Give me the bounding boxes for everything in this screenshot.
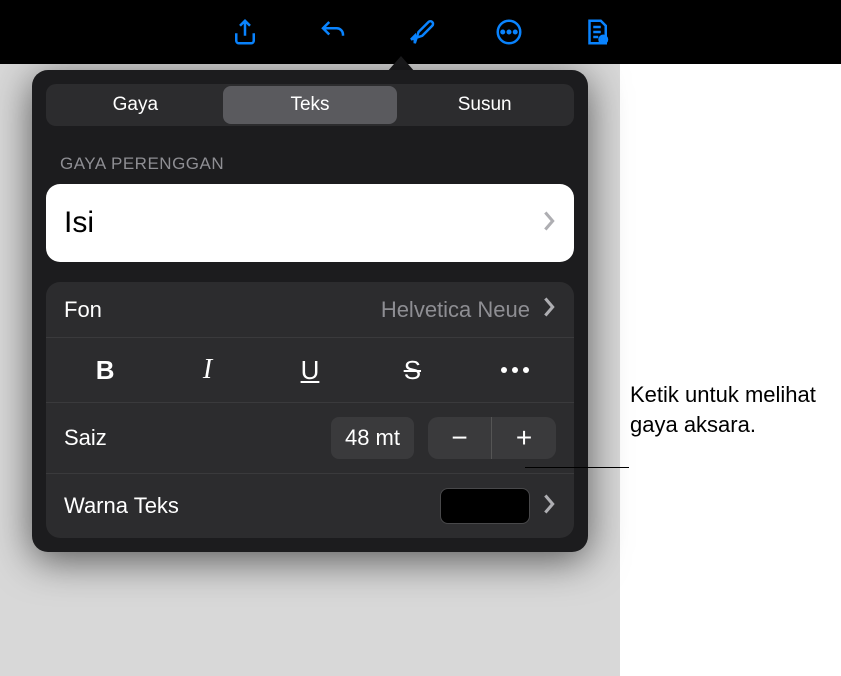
tab-arrange[interactable]: Susun <box>397 86 572 124</box>
font-value: Helvetica Neue <box>381 297 530 323</box>
size-stepper: − + <box>428 417 556 459</box>
paragraph-style-label: Isi <box>64 206 94 240</box>
size-label: Saiz <box>64 425 107 451</box>
text-color-row[interactable]: Warna Teks <box>46 474 574 538</box>
font-label: Fon <box>64 297 102 323</box>
font-row[interactable]: Fon Helvetica Neue <box>46 282 574 338</box>
ellipsis-icon <box>501 367 529 373</box>
strikethrough-button[interactable]: S <box>368 348 456 392</box>
callout-text: Ketik untuk melihat gaya aksara. <box>630 380 830 439</box>
document-mode-icon[interactable] <box>579 14 615 50</box>
text-color-swatch[interactable] <box>440 488 530 524</box>
tab-control: Gaya Teks Susun <box>46 84 574 126</box>
tab-label: Susun <box>458 94 512 115</box>
tab-text[interactable]: Teks <box>223 86 398 124</box>
more-text-options-button[interactable] <box>471 348 559 392</box>
chevron-right-icon <box>542 493 556 520</box>
format-popover: Gaya Teks Susun GAYA PERENGGAN Isi Fon H… <box>32 70 588 552</box>
size-decrease-button[interactable]: − <box>428 417 492 459</box>
tab-label: Teks <box>290 94 329 115</box>
more-icon[interactable] <box>491 14 527 50</box>
format-brush-icon[interactable] <box>403 14 439 50</box>
top-toolbar <box>0 0 841 64</box>
paragraph-style-selector[interactable]: Isi <box>46 184 574 262</box>
callout-line <box>525 467 629 468</box>
text-color-label: Warna Teks <box>64 493 179 519</box>
share-icon[interactable] <box>227 14 263 50</box>
bold-button[interactable]: B <box>61 348 149 392</box>
tab-style[interactable]: Gaya <box>48 86 223 124</box>
paragraph-style-header: GAYA PERENGGAN <box>46 148 574 184</box>
size-value[interactable]: 48 mt <box>331 417 414 459</box>
italic-button[interactable]: I <box>164 348 252 392</box>
text-settings-group: Fon Helvetica Neue B I U S Saiz 48 mt − <box>46 282 574 538</box>
tab-label: Gaya <box>113 94 158 115</box>
size-increase-button[interactable]: + <box>492 417 556 459</box>
size-row: Saiz 48 mt − + <box>46 403 574 474</box>
style-buttons-row: B I U S <box>46 338 574 403</box>
chevron-right-icon <box>542 296 556 323</box>
underline-button[interactable]: U <box>266 348 354 392</box>
chevron-right-icon <box>542 210 556 237</box>
undo-icon[interactable] <box>315 14 351 50</box>
